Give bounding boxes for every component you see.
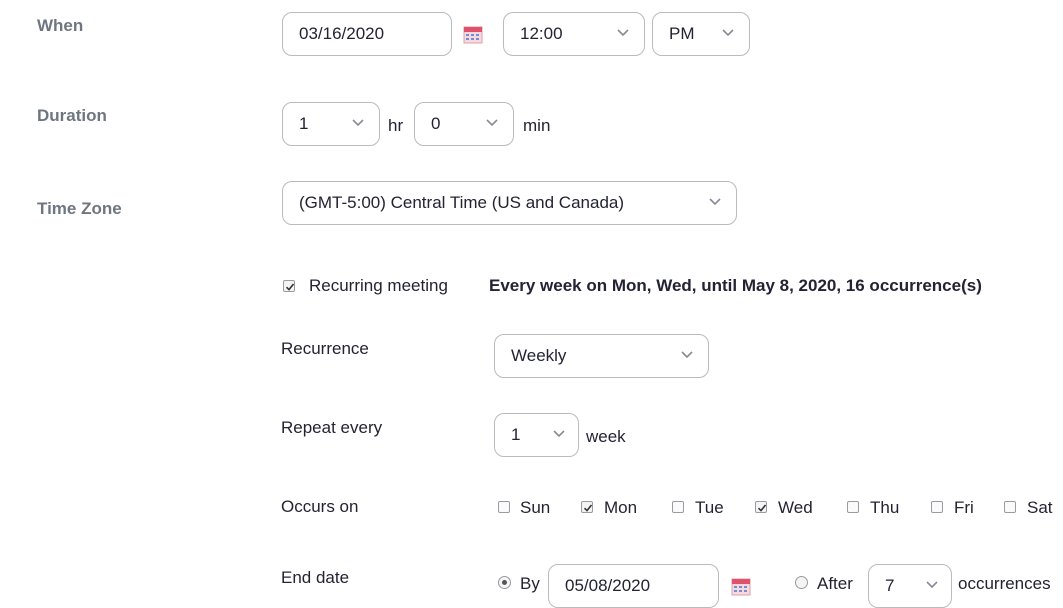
repeat-every-label: Repeat every: [281, 418, 383, 437]
day-label-mon[interactable]: Mon: [604, 498, 637, 518]
ampm-select[interactable]: PM: [652, 12, 750, 56]
timezone-label: Time Zone: [37, 199, 122, 218]
repeat-every-value: 1: [511, 425, 521, 444]
repeat-every-select[interactable]: 1: [494, 413, 579, 457]
end-after-label[interactable]: After: [817, 574, 853, 594]
recurring-meeting-label[interactable]: Recurring meeting: [309, 276, 448, 296]
day-label-thu[interactable]: Thu: [870, 498, 899, 518]
end-after-radio[interactable]: [795, 576, 808, 589]
duration-hours-select[interactable]: 1: [282, 102, 380, 146]
timezone-value: (GMT-5:00) Central Time (US and Canada): [299, 193, 625, 212]
calendar-icon[interactable]: [463, 26, 483, 44]
end-after-unit: occurrences: [958, 574, 1051, 593]
recurring-summary: Every week on Mon, Wed, until May 8, 202…: [489, 276, 982, 295]
recurrence-select[interactable]: Weekly: [494, 334, 709, 378]
end-by-radio[interactable]: [498, 576, 511, 589]
end-after-occurrences-value: 7: [885, 576, 895, 595]
end-by-date-input[interactable]: 05/08/2020: [548, 564, 719, 608]
start-date-input[interactable]: 03/16/2020: [282, 12, 452, 56]
duration-label: Duration: [37, 106, 107, 125]
chevron-down-icon: [721, 28, 735, 38]
duration-minutes-value: 0: [431, 114, 441, 133]
chevron-down-icon: [485, 118, 499, 128]
day-checkbox-fri[interactable]: [931, 501, 943, 513]
start-time-value: 12:00: [520, 24, 563, 43]
duration-minutes-select[interactable]: 0: [414, 102, 514, 146]
day-label-tue[interactable]: Tue: [695, 498, 724, 518]
day-label-sat[interactable]: Sat: [1027, 498, 1053, 518]
day-label-wed[interactable]: Wed: [778, 498, 813, 518]
day-label-fri[interactable]: Fri: [954, 498, 974, 518]
day-checkbox-sat[interactable]: [1004, 501, 1016, 513]
day-checkbox-wed[interactable]: [755, 501, 767, 513]
chevron-down-icon: [552, 429, 566, 439]
recurrence-value: Weekly: [511, 346, 567, 365]
chevron-down-icon: [680, 350, 694, 360]
checkmark-icon: [285, 283, 295, 291]
ampm-value: PM: [669, 24, 695, 43]
when-label: When: [37, 16, 84, 35]
start-time-select[interactable]: 12:00: [503, 12, 645, 56]
recurrence-label: Recurrence: [281, 339, 369, 358]
day-checkbox-sun[interactable]: [498, 501, 510, 513]
chevron-down-icon: [351, 118, 365, 128]
end-after-occurrences-select[interactable]: 7: [868, 564, 952, 608]
end-date-label: End date: [281, 568, 350, 587]
duration-hr-unit: hr: [388, 116, 404, 135]
duration-min-unit: min: [523, 116, 551, 135]
chevron-down-icon: [616, 28, 630, 38]
calendar-icon[interactable]: [731, 578, 751, 596]
day-checkbox-tue[interactable]: [672, 501, 684, 513]
start-date-value: 03/16/2020: [299, 24, 385, 43]
checkmark-icon: [583, 504, 593, 512]
repeat-every-unit: week: [586, 427, 626, 446]
duration-hours-value: 1: [299, 114, 309, 133]
day-checkbox-thu[interactable]: [847, 501, 859, 513]
day-label-sun[interactable]: Sun: [520, 498, 550, 518]
chevron-down-icon: [708, 197, 722, 207]
timezone-select[interactable]: (GMT-5:00) Central Time (US and Canada): [282, 181, 737, 225]
occurs-on-label: Occurs on: [281, 497, 359, 516]
checkmark-icon: [757, 504, 767, 512]
end-by-label[interactable]: By: [520, 574, 540, 594]
end-by-date-value: 05/08/2020: [565, 576, 651, 595]
chevron-down-icon: [925, 580, 939, 590]
day-checkbox-mon[interactable]: [581, 501, 593, 513]
recurring-meeting-checkbox[interactable]: [283, 280, 295, 292]
